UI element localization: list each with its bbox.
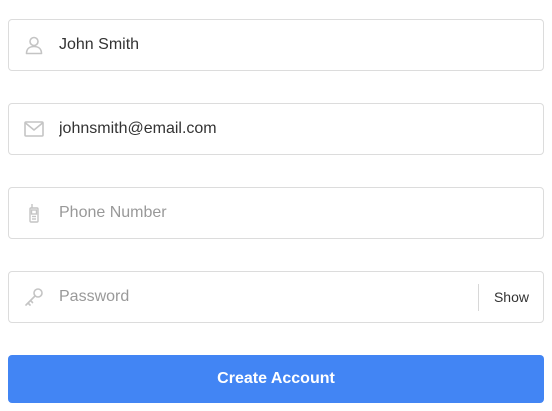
password-field[interactable]: Show — [8, 271, 544, 323]
phone-input[interactable] — [59, 188, 479, 238]
phone-field[interactable] — [8, 187, 544, 239]
key-icon — [23, 286, 45, 308]
email-field[interactable] — [8, 103, 544, 155]
user-icon — [23, 34, 45, 56]
mobile-phone-icon — [23, 202, 45, 224]
name-input[interactable] — [59, 20, 479, 70]
email-input[interactable] — [59, 104, 479, 154]
divider — [478, 284, 479, 311]
show-password-button[interactable]: Show — [494, 272, 529, 322]
create-account-form: Show Create Account — [0, 0, 552, 411]
password-input[interactable] — [59, 272, 469, 322]
create-account-button[interactable]: Create Account — [8, 355, 544, 403]
name-field[interactable] — [8, 19, 544, 71]
envelope-icon — [23, 118, 45, 140]
